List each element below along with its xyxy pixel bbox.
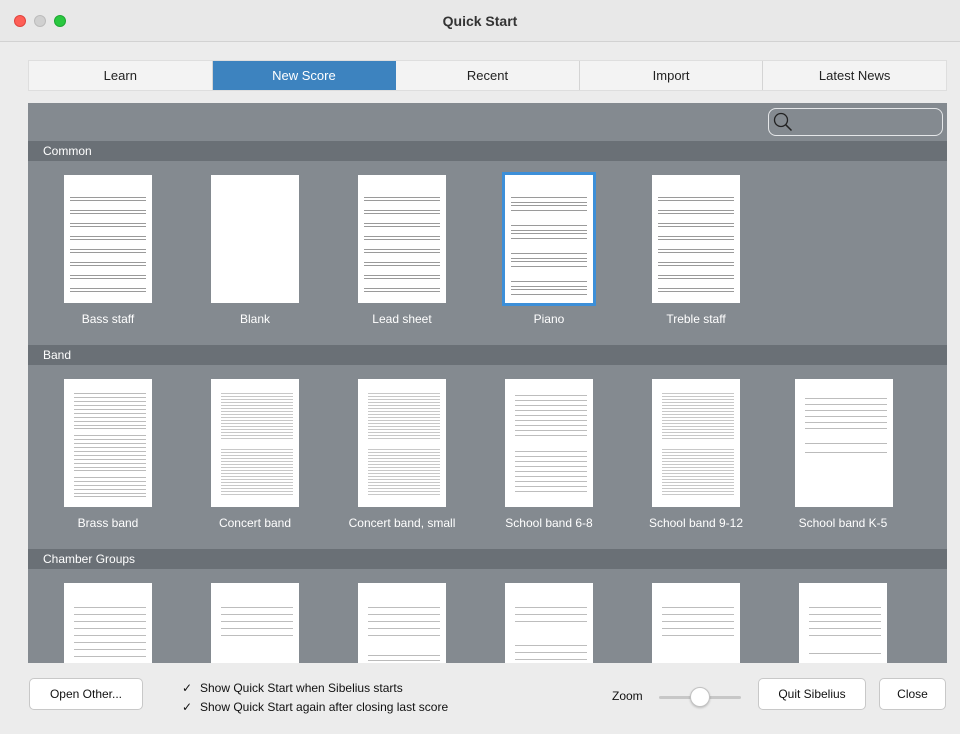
quit-sibelius-button[interactable]: Quit Sibelius — [758, 678, 866, 710]
template-label: Treble staff — [666, 312, 726, 326]
template-label: Brass band — [77, 516, 139, 530]
template-thumbnail — [505, 583, 593, 663]
open-other-button[interactable]: Open Other... — [29, 678, 143, 710]
tab-bar: Learn New Score Recent Import Latest New… — [28, 60, 947, 91]
checkmark-icon: ✓ — [182, 681, 193, 695]
template-thumbnail — [64, 583, 152, 663]
zoom-slider-knob[interactable] — [690, 687, 710, 707]
quick-start-window: Quick Start Learn New Score Recent Impor… — [0, 0, 960, 734]
template-label: Blank — [239, 312, 271, 326]
template-piano[interactable]: Piano — [479, 172, 619, 335]
template-chamber-5[interactable] — [626, 583, 766, 663]
checkmark-icon: ✓ — [182, 700, 193, 714]
template-school-band-k-5[interactable]: School band K-5 — [773, 379, 913, 539]
template-thumbnail — [211, 583, 299, 663]
template-thumbnail — [64, 175, 152, 303]
template-thumbnail — [652, 583, 740, 663]
show-after-close-checkbox[interactable]: ✓ Show Quick Start again after closing l… — [182, 700, 448, 714]
template-label: Piano — [533, 312, 565, 326]
tab-learn[interactable]: Learn — [29, 61, 213, 90]
title-bar: Quick Start — [0, 0, 960, 42]
template-thumbnail — [505, 379, 593, 507]
template-treble-staff[interactable]: Treble staff — [626, 175, 766, 335]
template-blank[interactable]: Blank — [185, 175, 325, 335]
template-thumbnail — [652, 175, 740, 303]
template-chamber-2[interactable] — [185, 583, 325, 663]
close-button[interactable]: Close — [879, 678, 946, 710]
template-chamber-1[interactable] — [38, 583, 178, 663]
show-on-start-checkbox[interactable]: ✓ Show Quick Start when Sibelius starts — [182, 681, 403, 695]
tab-new-score[interactable]: New Score — [212, 61, 397, 90]
template-label: Bass staff — [81, 312, 135, 326]
template-thumbnail — [64, 379, 152, 507]
template-thumbnail — [358, 583, 446, 663]
template-lead-sheet[interactable]: Lead sheet — [332, 175, 472, 335]
checkbox-label: Show Quick Start when Sibelius starts — [200, 681, 403, 695]
search-input[interactable] — [768, 108, 943, 136]
template-thumbnail — [211, 175, 299, 303]
template-concert-band[interactable]: Concert band — [185, 379, 325, 539]
template-label: Concert band, small — [348, 516, 456, 530]
template-label: School band 6-8 — [505, 516, 593, 530]
template-label: Lead sheet — [372, 312, 432, 326]
template-label: School band 9-12 — [648, 516, 744, 530]
tab-latest-news[interactable]: Latest News — [763, 61, 946, 90]
template-thumbnail — [502, 172, 596, 306]
section-header-band: Band — [28, 345, 947, 365]
template-thumbnail — [795, 379, 893, 507]
template-brass-band[interactable]: Brass band — [38, 379, 178, 539]
template-thumbnail — [799, 583, 887, 663]
window-title: Quick Start — [442, 13, 518, 29]
template-chamber-4[interactable] — [479, 583, 619, 663]
section-header-chamber-groups: Chamber Groups — [28, 549, 947, 569]
template-school-band-6-8[interactable]: School band 6-8 — [479, 379, 619, 539]
search-icon — [773, 112, 793, 132]
template-concert-band-small[interactable]: Concert band, small — [332, 379, 472, 539]
template-thumbnail — [652, 379, 740, 507]
section-header-common: Common — [28, 141, 947, 161]
template-thumbnail — [358, 379, 446, 507]
template-thumbnail — [358, 175, 446, 303]
zoom-label: Zoom — [612, 689, 643, 703]
template-label: School band K-5 — [798, 516, 888, 530]
template-school-band-9-12[interactable]: School band 9-12 — [626, 379, 766, 539]
template-bass-staff[interactable]: Bass staff — [38, 175, 178, 335]
template-thumbnail — [211, 379, 299, 507]
template-chamber-3[interactable] — [332, 583, 472, 663]
tab-import[interactable]: Import — [580, 61, 764, 90]
template-label: Concert band — [218, 516, 292, 530]
template-gallery[interactable]: Common Bass staff Blank Lead sheet Piano… — [28, 103, 947, 663]
tab-recent[interactable]: Recent — [396, 61, 580, 90]
template-chamber-6[interactable] — [773, 583, 913, 663]
checkbox-label: Show Quick Start again after closing las… — [200, 700, 449, 714]
